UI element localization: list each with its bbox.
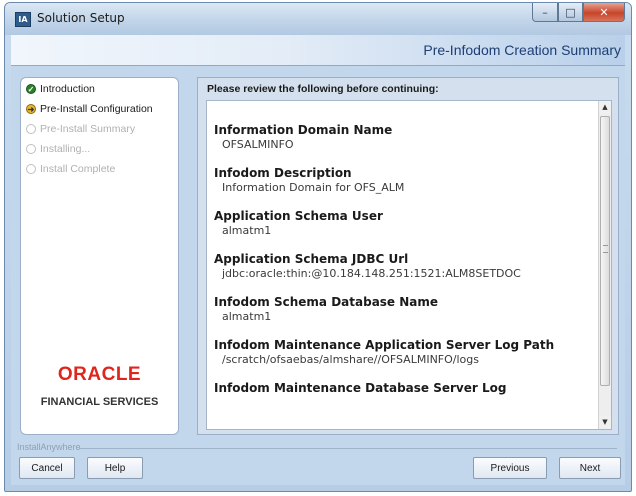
item-value: jdbc:oracle:thin:@10.184.148.251:1521:AL… [222,267,521,280]
summary-item: Information Domain Name OFSALMINFO [214,123,595,152]
app-icon: IA [15,12,31,27]
vertical-scrollbar[interactable]: ▲ ▼ [598,101,611,429]
item-label: Application Schema JDBC Url [214,252,409,266]
item-label: Application Schema User [214,209,383,223]
steps-panel: ✓ Introduction ➜ Pre-Install Configurati… [20,77,179,435]
item-value: OFSALMINFO [222,138,294,151]
item-label: Infodom Maintenance Database Server Log [214,381,507,395]
empty-circle-icon [26,144,36,154]
summary-panel: Please review the following before conti… [197,77,619,435]
item-value: almatm1 [222,310,272,323]
window-title: Solution Setup [37,11,125,25]
item-label: Infodom Description [214,166,352,180]
step-pre-install-summary: Pre-Install Summary [26,123,135,135]
scroll-up-arrow-icon[interactable]: ▲ [599,101,611,114]
footer-divider [79,448,617,449]
minimize-button[interactable]: – [532,3,558,22]
step-label: Installing... [40,143,91,155]
grip-icon [603,245,608,253]
step-pre-install-configuration: ➜ Pre-Install Configuration [26,103,153,115]
installer-window: IA Solution Setup – □ ✕ Pre-Infodom Crea… [4,2,632,492]
step-installing: Installing... [26,143,90,155]
next-button[interactable]: Next [559,457,621,479]
item-value: Information Domain for OFS_ALM [222,181,405,194]
cancel-button[interactable]: Cancel [19,457,75,479]
summary-item: Infodom Schema Database Name almatm1 [214,295,595,324]
step-label: Pre-Install Configuration [40,103,153,115]
summary-item: Application Schema JDBC Url jdbc:oracle:… [214,252,595,281]
step-label: Introduction [40,83,95,95]
oracle-logo: ORACLE [57,364,142,385]
help-button[interactable]: Help [87,457,143,479]
checkmark-icon: ✓ [26,84,36,94]
summary-scroll-area[interactable]: Information Domain Name OFSALMINFO Infod… [206,100,612,430]
client-area: Pre-Infodom Creation Summary ✓ Introduct… [11,35,625,485]
footer: InstallAnywhere Cancel Help Previous Nex… [11,442,625,485]
step-label: Pre-Install Summary [40,123,136,135]
summary-item: Infodom Description Information Domain f… [214,166,595,195]
page-title: Pre-Infodom Creation Summary [423,42,621,58]
header-banner: Pre-Infodom Creation Summary [11,35,625,66]
empty-circle-icon [26,164,36,174]
maximize-button[interactable]: □ [558,3,583,22]
summary-item: Infodom Maintenance Database Server Log [214,381,595,396]
installanywhere-label: InstallAnywhere [17,442,81,452]
summary-item: Infodom Maintenance Application Server L… [214,338,595,367]
scroll-down-arrow-icon[interactable]: ▼ [599,416,611,429]
item-value: almatm1 [222,224,272,237]
step-install-complete: Install Complete [26,163,115,175]
arrow-right-icon: ➜ [26,104,36,114]
item-value: /scratch/ofsaebas/almshare//OFSALMINFO/l… [222,353,479,366]
review-heading: Please review the following before conti… [207,83,439,95]
window-controls: – □ ✕ [532,3,625,23]
financial-services-label: FINANCIAL SERVICES [40,396,159,408]
summary-list: Information Domain Name OFSALMINFO Infod… [214,123,595,410]
step-label: Install Complete [40,163,116,175]
scrollbar-thumb[interactable] [600,116,610,386]
empty-circle-icon [26,124,36,134]
previous-button[interactable]: Previous [473,457,547,479]
item-label: Infodom Schema Database Name [214,295,439,309]
step-introduction: ✓ Introduction [26,83,95,95]
summary-item: Application Schema User almatm1 [214,209,595,238]
item-label: Information Domain Name [214,123,393,137]
title-bar[interactable]: IA Solution Setup – □ ✕ [5,3,631,35]
close-button[interactable]: ✕ [583,3,625,22]
item-label: Infodom Maintenance Application Server L… [214,338,555,352]
